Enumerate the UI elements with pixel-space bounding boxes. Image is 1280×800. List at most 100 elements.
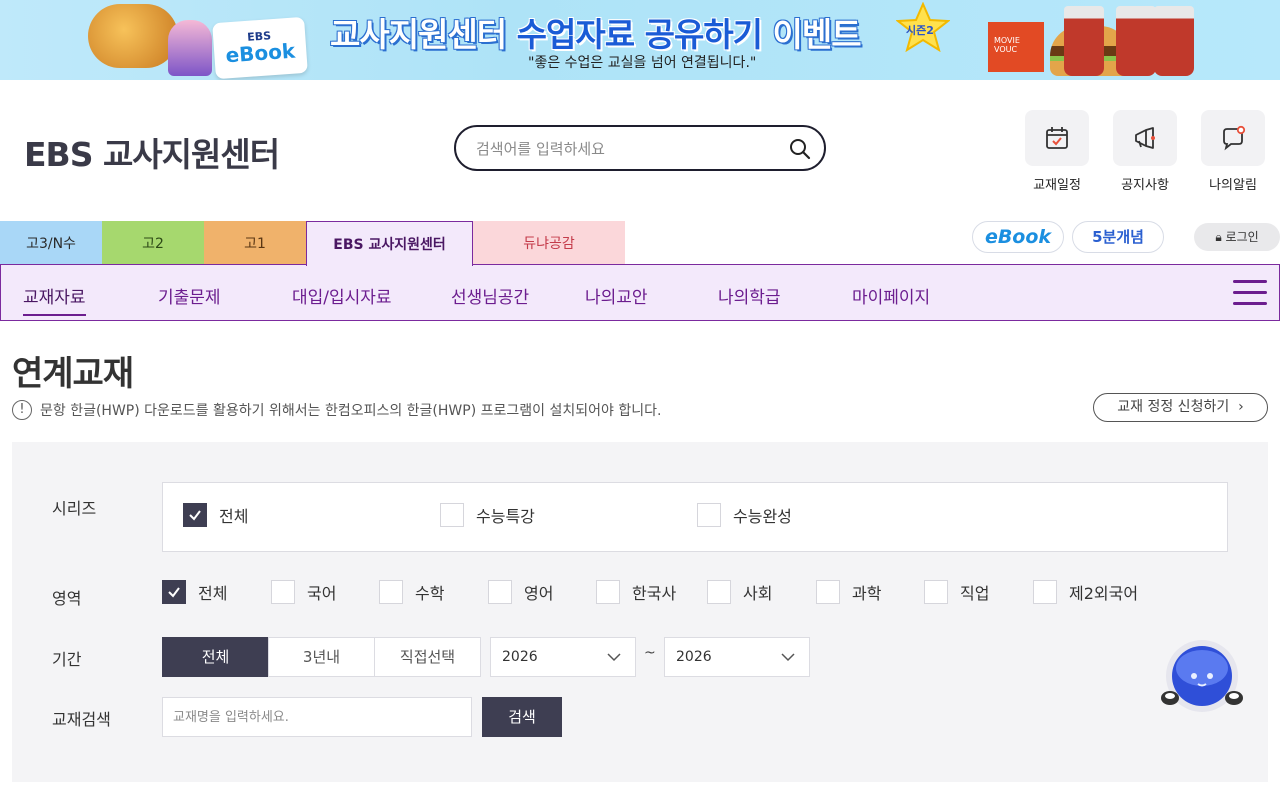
login-label: 로그인 <box>1225 230 1259 244</box>
login-button[interactable]: 🔒︎ 로그인 <box>1194 223 1280 251</box>
calendar-check-icon <box>1046 127 1068 149</box>
ebook-link[interactable]: eBook <box>972 221 1064 253</box>
banner-headline-post: 이벤트 <box>772 15 862 54</box>
checkbox-icon[interactable] <box>697 503 721 527</box>
area-option-vocational[interactable]: 직업 <box>924 580 989 604</box>
checkbox-icon[interactable] <box>596 580 620 604</box>
ebook-card-image: EBS eBook <box>212 16 308 80</box>
nav-item-my-page[interactable]: 마이페이지 <box>852 283 930 308</box>
checkbox-icon[interactable] <box>440 503 464 527</box>
checkbox-icon[interactable] <box>924 580 948 604</box>
quick-textbook-schedule[interactable]: 교재일정 <box>1025 110 1089 193</box>
series-label: 시리즈 <box>52 499 97 518</box>
banner-tagline: "좋은 수업은 교실을 넘어 연결됩니다." <box>528 55 757 71</box>
option-label: 제2외국어 <box>1069 584 1139 603</box>
tab-grade1[interactable]: 고1 <box>204 221 306 265</box>
area-option-social[interactable]: 사회 <box>707 580 772 604</box>
checkbox-icon[interactable] <box>488 580 512 604</box>
area-option-science[interactable]: 과학 <box>816 580 881 604</box>
main-nav: 교재자료 기출문제 대입/입시자료 선생님공간 나의교안 나의학급 마이페이지 <box>0 264 1280 321</box>
chatbot-mascot-icon[interactable] <box>1158 636 1246 712</box>
nav-item-textbook-materials[interactable]: 교재자료 <box>23 283 86 316</box>
info-icon: ! <box>12 400 32 420</box>
search-input[interactable] <box>476 137 776 161</box>
movie-voucher-image: MOVIE VOUC <box>988 22 1044 72</box>
checkbox-icon[interactable] <box>271 580 295 604</box>
year-from-value: 2026 <box>502 649 538 665</box>
nav-item-teacher-space[interactable]: 선생님공간 <box>451 283 529 308</box>
area-label: 영역 <box>52 589 82 608</box>
chevron-right-icon: › <box>1233 399 1244 415</box>
site-logo[interactable]: EBS 교사지원센터 <box>24 128 280 176</box>
series-option-suneung-complete[interactable]: 수능완성 <box>697 503 792 527</box>
option-label: 사회 <box>743 584 773 603</box>
tab-dyuna[interactable]: 듀냐공감 <box>473 221 625 265</box>
nav-item-my-lesson-plans[interactable]: 나의교안 <box>585 283 648 308</box>
tab-grade2[interactable]: 고2 <box>102 221 204 265</box>
series-option-all[interactable]: 전체 <box>183 503 248 527</box>
nav-item-admissions[interactable]: 대입/입시자료 <box>292 283 392 308</box>
banner-headline-mid: 수업자료 공유하기 <box>516 15 763 54</box>
year-to-value: 2026 <box>676 649 712 665</box>
area-option-math[interactable]: 수학 <box>379 580 444 604</box>
tab-teacher-center[interactable]: EBS 교사지원센터 <box>306 221 473 266</box>
period-3years-button[interactable]: 3년내 <box>268 637 375 677</box>
option-label: 수학 <box>415 584 445 603</box>
series-option-suneung-special[interactable]: 수능특강 <box>440 503 535 527</box>
area-option-english[interactable]: 영어 <box>488 580 553 604</box>
tab-grade3[interactable]: 고3/N수 <box>0 221 102 265</box>
correction-label: 교재 정정 신청하기 <box>1117 399 1230 415</box>
ebook-card-big: eBook <box>224 38 296 68</box>
filter-panel: 시리즈 전체 수능특강 수능완성 영역 전체 국어 수학 영어 한국사 사회 과… <box>12 442 1268 782</box>
area-option-korean-history[interactable]: 한국사 <box>596 580 676 604</box>
page-title: 연계교재 <box>12 354 134 394</box>
year-range-separator: ~ <box>644 645 656 661</box>
period-label: 기간 <box>52 650 82 669</box>
option-label: 수능완성 <box>733 507 792 526</box>
cup-image <box>1064 6 1104 76</box>
five-min-concept-link[interactable]: 5분개념 <box>1072 221 1164 253</box>
option-label: 국어 <box>307 584 337 603</box>
option-label: 과학 <box>852 584 882 603</box>
option-label: 전체 <box>219 507 249 526</box>
checkbox-icon[interactable] <box>379 580 403 604</box>
option-label: 직업 <box>960 584 990 603</box>
period-all-button[interactable]: 전체 <box>162 637 269 677</box>
ice-cream-image <box>168 20 212 76</box>
area-option-korean[interactable]: 국어 <box>271 580 336 604</box>
hamburger-menu-icon[interactable] <box>1233 280 1267 306</box>
option-label: 영어 <box>524 584 554 603</box>
lock-icon: 🔒︎ <box>1215 230 1222 244</box>
checkbox-checked-icon[interactable] <box>183 503 207 527</box>
banner-headline-pre: 교사지원센터 <box>330 15 507 54</box>
quick-label: 교재일정 <box>1033 178 1081 193</box>
textbook-search-button[interactable]: 검색 <box>482 697 562 737</box>
year-from-select[interactable]: 2026 <box>490 637 636 677</box>
checkbox-icon[interactable] <box>1033 580 1057 604</box>
area-option-all[interactable]: 전체 <box>162 580 227 604</box>
area-option-second-language[interactable]: 제2외국어 <box>1033 580 1138 604</box>
season-label: 시즌2 <box>906 24 934 37</box>
option-label: 한국사 <box>632 584 677 603</box>
quick-notices[interactable]: 공지사항 <box>1113 110 1177 193</box>
year-to-select[interactable]: 2026 <box>664 637 810 677</box>
quick-my-alerts[interactable]: 나의알림 <box>1201 110 1265 193</box>
quick-label: 나의알림 <box>1209 178 1257 193</box>
hwp-notice: ! 문항 한글(HWP) 다운로드를 활용하기 위해서는 한컴오피스의 한글(H… <box>12 400 661 420</box>
search-bar <box>454 125 826 171</box>
nav-item-my-class[interactable]: 나의학급 <box>718 283 781 308</box>
textbook-name-input[interactable] <box>162 697 472 737</box>
event-banner[interactable]: EBS eBook 교사지원센터 수업자료 공유하기 이벤트 시즌2 "좋은 수… <box>0 0 1280 80</box>
cup-image <box>1116 6 1156 76</box>
banner-headline: 교사지원센터 수업자료 공유하기 이벤트 <box>330 8 862 56</box>
chevron-down-icon <box>781 653 795 662</box>
search-icon[interactable] <box>788 137 812 161</box>
period-custom-button[interactable]: 직접선택 <box>374 637 481 677</box>
notice-text: 문항 한글(HWP) 다운로드를 활용하기 위해서는 한컴오피스의 한글(HWP… <box>40 403 662 419</box>
checkbox-icon[interactable] <box>816 580 840 604</box>
checkbox-icon[interactable] <box>707 580 731 604</box>
textbook-correction-button[interactable]: 교재 정정 신청하기 › <box>1093 393 1268 422</box>
checkbox-checked-icon[interactable] <box>162 580 186 604</box>
nav-item-past-exams[interactable]: 기출문제 <box>158 283 221 308</box>
option-label: 수능특강 <box>476 507 535 526</box>
